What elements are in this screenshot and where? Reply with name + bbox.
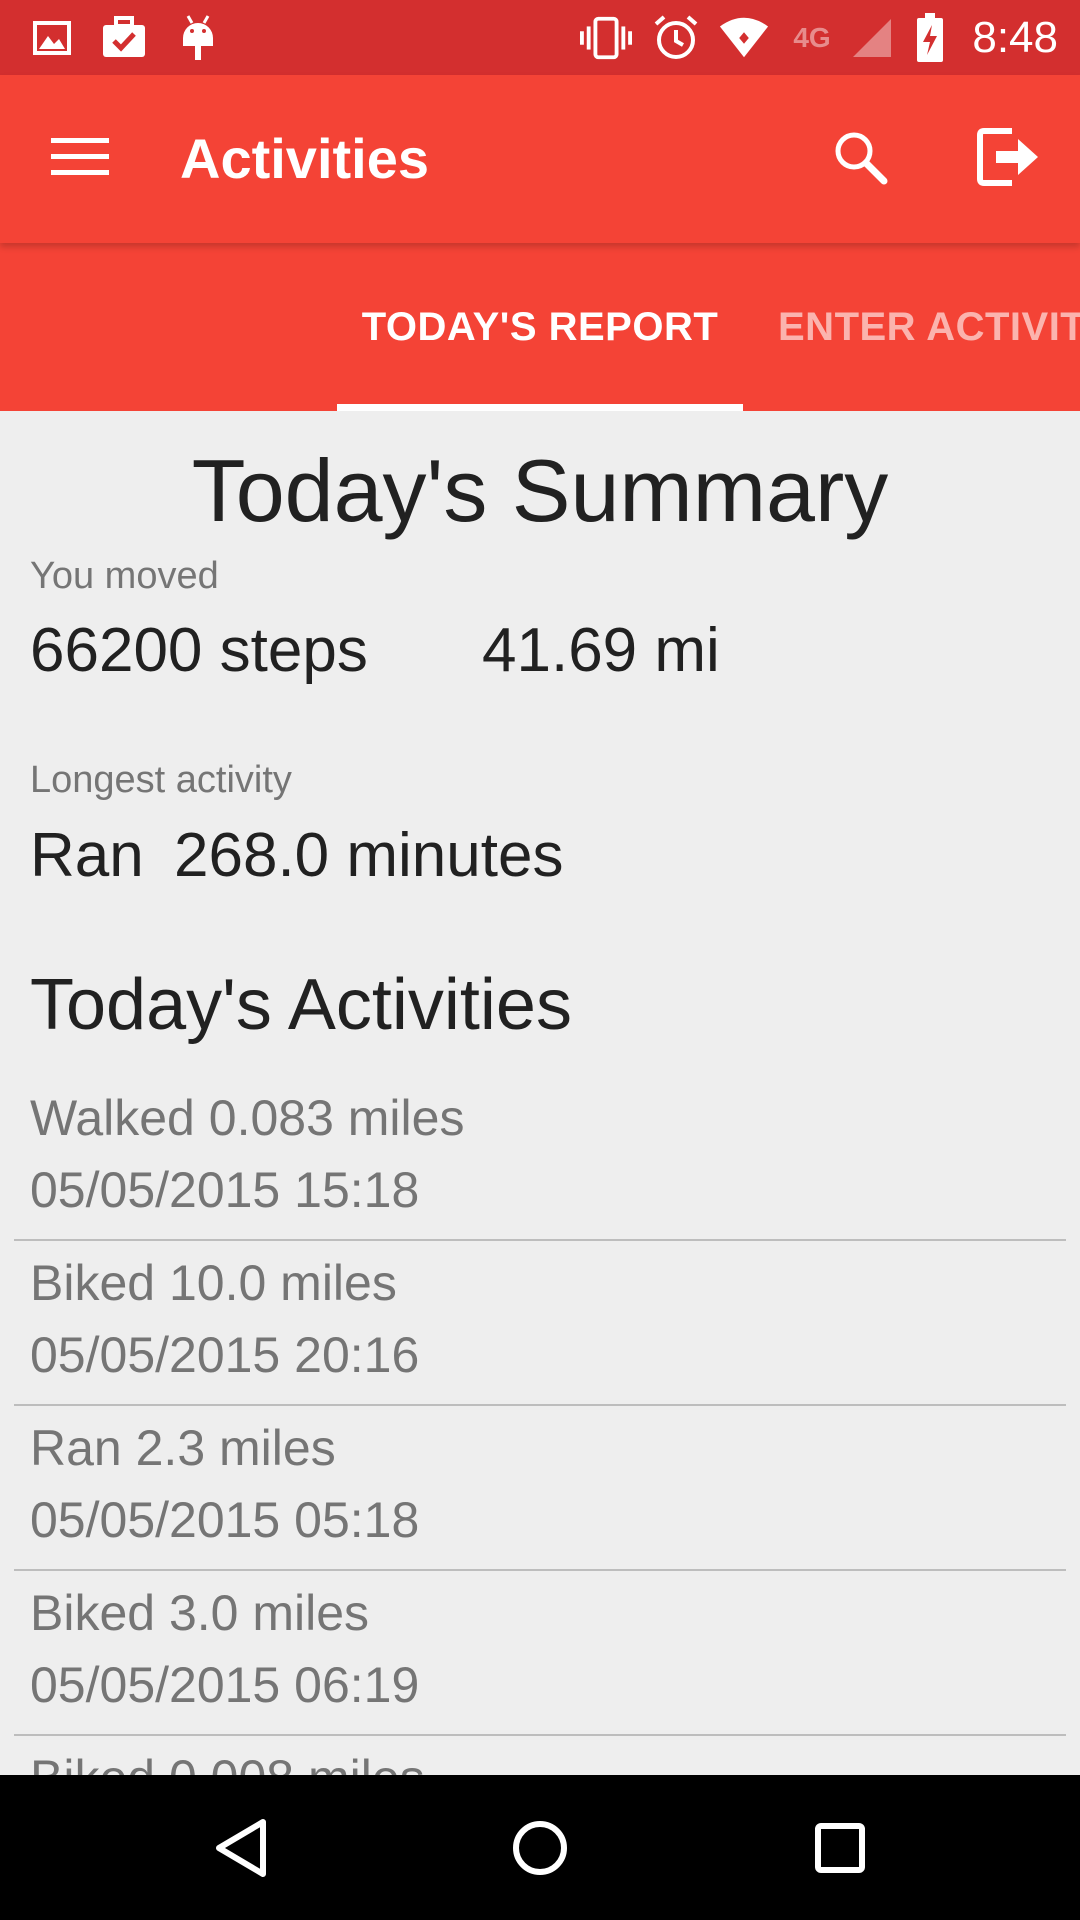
distance-value: 41.69 mi	[482, 616, 720, 685]
activity-description: Biked 3.0 miles	[30, 1585, 370, 1641]
tab-enter-activity[interactable]: ENTER ACTIVITY	[778, 243, 1080, 411]
activity-item[interactable]: Biked 3.0 miles 05/05/2015 06:19	[14, 1571, 1066, 1736]
vibrate-icon	[580, 12, 632, 64]
activity-item[interactable]: Biked 0.008 miles	[14, 1736, 1066, 1775]
navigation-bar	[0, 1775, 1080, 1920]
logout-button[interactable]	[966, 119, 1050, 199]
logout-icon	[976, 127, 1040, 192]
activity-description: Walked 0.083 miles	[30, 1090, 465, 1146]
app-bar: Activities	[0, 75, 1080, 243]
tab-bar: TODAY'S REPORT ENTER ACTIVITY	[0, 243, 1080, 411]
activity-datetime: 05/05/2015 15:18	[30, 1162, 420, 1218]
briefcase-check-icon	[98, 12, 150, 64]
tab-indicator	[337, 404, 743, 411]
activity-description: Biked 0.008 miles	[30, 1748, 425, 1775]
summary-title: Today's Summary	[191, 441, 889, 540]
menu-icon	[51, 135, 109, 184]
activity-description: Biked 10.0 miles	[30, 1255, 397, 1311]
activities-title: Today's Activities	[30, 965, 572, 1045]
steps-value: 66200 steps	[30, 616, 368, 685]
android-icon	[172, 12, 224, 64]
longest-activity-duration: 268.0 minutes	[174, 821, 564, 890]
activity-item[interactable]: Biked 10.0 miles 05/05/2015 20:16	[14, 1241, 1066, 1406]
search-icon	[832, 129, 888, 190]
alarm-icon	[650, 12, 702, 64]
back-button[interactable]	[196, 1805, 286, 1895]
screen: 4G 8:48 Activities TODAY'S REPORT ENTER …	[0, 0, 1080, 1920]
signal-icon	[846, 12, 898, 64]
tab-todays-report[interactable]: TODAY'S REPORT	[337, 243, 743, 411]
status-bar: 4G 8:48	[0, 0, 1080, 75]
activity-list: Walked 0.083 miles 05/05/2015 15:18 Bike…	[0, 1076, 1080, 1775]
network-4g-icon: 4G	[780, 12, 844, 64]
longest-activity-label: Longest activity	[30, 759, 292, 801]
activity-item[interactable]: Walked 0.083 miles 05/05/2015 15:18	[14, 1076, 1066, 1241]
activity-item[interactable]: Ran 2.3 miles 05/05/2015 05:18	[14, 1406, 1066, 1571]
wifi-icon	[718, 12, 770, 64]
search-button[interactable]	[820, 119, 900, 199]
page-title: Activities	[180, 127, 429, 190]
longest-activity-type: Ran	[30, 821, 144, 890]
menu-button[interactable]	[40, 119, 120, 199]
image-icon	[26, 12, 78, 64]
moved-label: You moved	[30, 555, 219, 597]
activity-datetime: 05/05/2015 20:16	[30, 1327, 420, 1383]
activity-datetime: 05/05/2015 06:19	[30, 1657, 420, 1713]
recents-icon	[813, 1821, 867, 1880]
home-icon	[510, 1818, 570, 1883]
network-label: 4G	[793, 22, 831, 53]
back-icon	[213, 1818, 269, 1883]
home-button[interactable]	[495, 1805, 585, 1895]
activity-datetime: 05/05/2015 05:18	[30, 1492, 420, 1548]
activity-description: Ran 2.3 miles	[30, 1420, 336, 1476]
content-area[interactable]: Today's Summary You moved 66200 steps 41…	[0, 411, 1080, 1775]
battery-charging-icon	[912, 12, 948, 64]
recents-button[interactable]	[795, 1805, 885, 1895]
status-time: 8:48	[972, 13, 1058, 62]
